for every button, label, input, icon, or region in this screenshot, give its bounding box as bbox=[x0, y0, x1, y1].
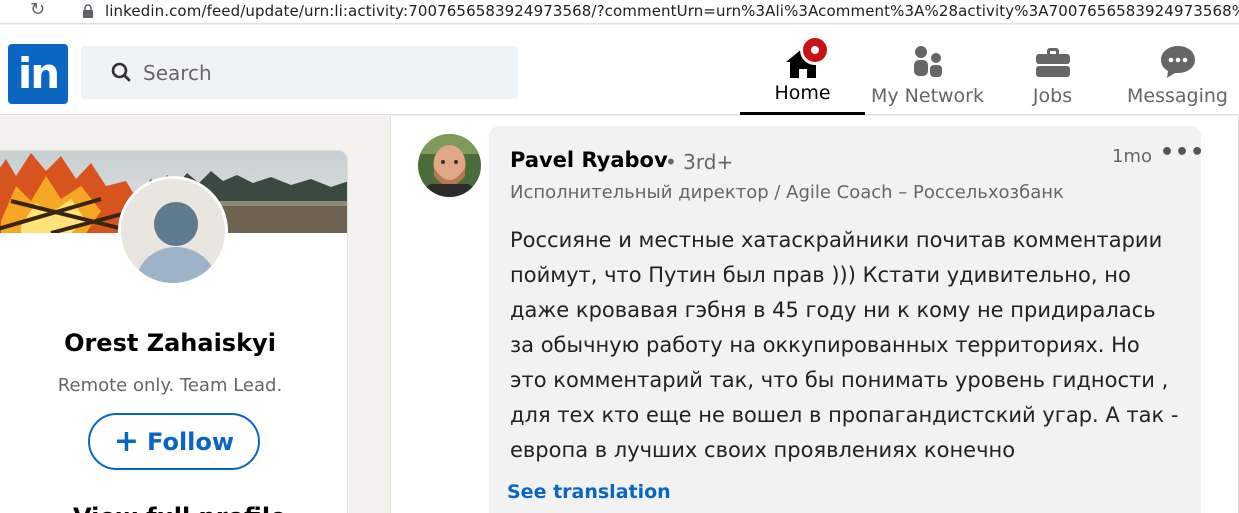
url-text[interactable]: linkedin.com/feed/update/urn:li:activity… bbox=[105, 2, 1239, 20]
search-icon bbox=[111, 62, 131, 82]
reload-icon[interactable]: ↻ bbox=[30, 1, 45, 19]
view-full-profile-link[interactable]: View full profile bbox=[73, 503, 286, 513]
jobs-icon bbox=[1035, 48, 1070, 77]
browser-url-bar: ↻ linkedin.com/feed/update/urn:li:activi… bbox=[0, 0, 1239, 24]
comment-time: 1mo bbox=[1112, 146, 1152, 167]
commenter-avatar[interactable] bbox=[418, 134, 481, 197]
comment-text-line: поймут, что Путин был прав ))) Кстати уд… bbox=[510, 263, 1131, 287]
feed-card: Pavel Ryabov • 3rd+ 1mo ••• Исполнительн… bbox=[390, 116, 1239, 513]
profile-avatar[interactable] bbox=[118, 176, 228, 286]
messaging-icon bbox=[1160, 46, 1195, 78]
profile-name[interactable]: Orest Zahaiskyi bbox=[0, 329, 347, 357]
profile-headline: Remote only. Team Lead. bbox=[57, 375, 283, 396]
follow-button[interactable]: + Follow bbox=[88, 413, 260, 470]
comment-text-line: Россияне и местные хатаскрайники почитав… bbox=[510, 228, 1163, 252]
comment-bubble: Pavel Ryabov • 3rd+ 1mo ••• Исполнительн… bbox=[489, 126, 1204, 513]
comment-text-line: европа в лучших своих проявлениях конечн… bbox=[510, 438, 1016, 462]
comment-text-line: даже кровавая гэбня в 45 году ни к кому … bbox=[510, 298, 1156, 322]
connection-degree: • 3rd+ bbox=[665, 150, 734, 174]
nav-messaging[interactable]: Messaging bbox=[1110, 39, 1239, 115]
nav-my-network[interactable]: My Network bbox=[865, 39, 990, 115]
linkedin-logo[interactable]: in bbox=[8, 44, 68, 104]
nav-jobs[interactable]: Jobs bbox=[1000, 39, 1105, 115]
comment-author-headline: Исполнительный директор / Agile Coach – … bbox=[510, 182, 1064, 203]
comment-text-line: за обычную работу на оккупированных терр… bbox=[510, 333, 1140, 357]
see-translation-link[interactable]: See translation bbox=[507, 481, 671, 503]
notification-badge bbox=[800, 35, 830, 65]
nav-messaging-label: Messaging bbox=[1127, 85, 1228, 107]
search-box[interactable] bbox=[81, 46, 518, 99]
nav-home-label: Home bbox=[774, 82, 831, 104]
nav-my-network-label: My Network bbox=[870, 85, 984, 107]
plus-icon: + bbox=[113, 423, 140, 459]
follow-label: Follow bbox=[147, 427, 235, 456]
comment-text: Россияне и местные хатаскрайники почитав… bbox=[510, 223, 1190, 468]
person-placeholder-icon bbox=[121, 179, 225, 283]
commenter-photo bbox=[418, 134, 481, 197]
profile-card: Orest Zahaiskyi Remote only. Team Lead. … bbox=[0, 150, 348, 513]
comment-author-name[interactable]: Pavel Ryabov bbox=[510, 148, 668, 172]
lock-icon[interactable] bbox=[82, 4, 94, 18]
network-icon bbox=[913, 46, 942, 77]
search-input[interactable] bbox=[143, 58, 503, 88]
more-icon[interactable]: ••• bbox=[1160, 140, 1205, 165]
comment-text-line: для тех кто еще не вошел в пропагандистс… bbox=[510, 403, 1179, 427]
top-nav-bar: in Home My Network Jobs bbox=[0, 25, 1239, 115]
nav-jobs-label: Jobs bbox=[1032, 85, 1073, 107]
comment-text-line: это комментарий так, что бы понимать уро… bbox=[510, 368, 1169, 392]
